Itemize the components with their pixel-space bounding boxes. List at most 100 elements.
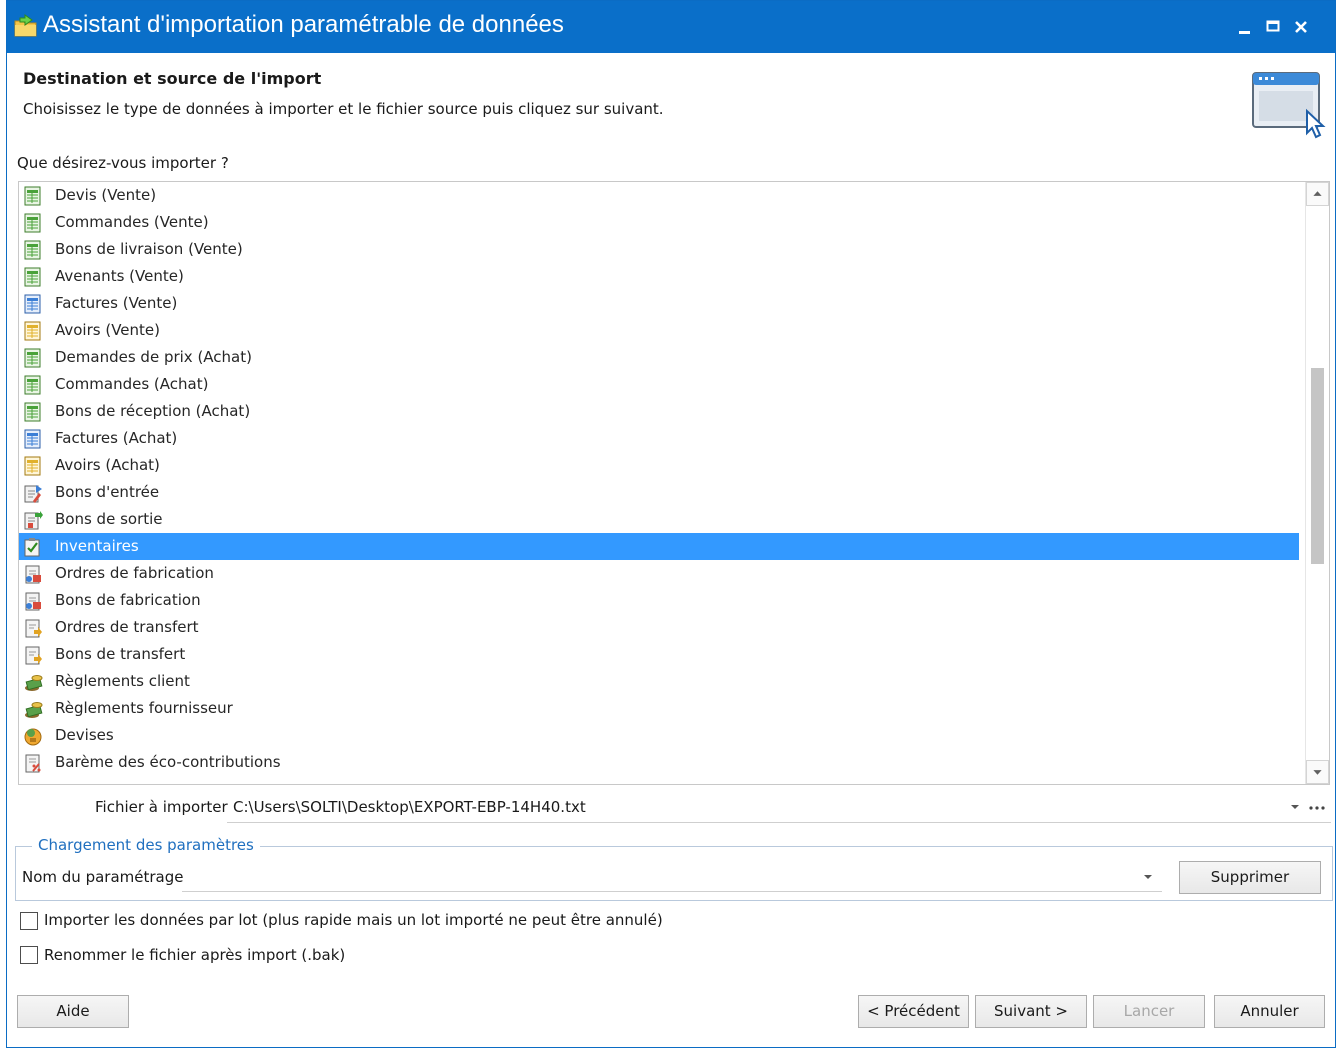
list-item[interactable]: Devises: [19, 722, 1299, 749]
list-item-label: Barème des éco-contributions: [55, 753, 281, 771]
list-item[interactable]: Avoirs (Achat): [19, 452, 1299, 479]
parameters-group-legend: Chargement des paramètres: [32, 836, 260, 854]
browse-ellipsis-icon[interactable]: [1307, 800, 1327, 814]
list-item-label: Ordres de transfert: [55, 618, 199, 636]
blue-grid-icon: [24, 294, 41, 314]
list-item-label: Avoirs (Vente): [55, 321, 160, 339]
manufacturing-icon: [25, 592, 41, 611]
list-item-label: Règlements client: [55, 672, 190, 690]
list-item-label: Commandes (Vente): [55, 213, 209, 231]
minimize-icon: [1239, 31, 1250, 34]
delete-parameter-button[interactable]: Supprimer: [1179, 861, 1321, 894]
list-item[interactable]: Bons d'entrée: [19, 479, 1299, 506]
green-grid-icon: [24, 267, 41, 287]
previous-button[interactable]: < Précédent: [858, 995, 969, 1028]
list-item-label: Bons de réception (Achat): [55, 402, 251, 420]
batch-import-label[interactable]: Importer les données par lot (plus rapid…: [44, 911, 663, 929]
wizard-window-cursor-icon: [1252, 72, 1326, 139]
minimize-button[interactable]: [1231, 13, 1259, 41]
list-item[interactable]: Commandes (Vente): [19, 209, 1299, 236]
chevron-down-icon[interactable]: [1289, 802, 1301, 812]
green-grid-icon: [24, 375, 41, 395]
list-item[interactable]: Barème des éco-contributions: [19, 749, 1299, 776]
manufacturing-icon: [25, 565, 41, 584]
transfer-icon: [25, 646, 42, 665]
cancel-button[interactable]: Annuler: [1214, 995, 1325, 1028]
list-item-label: Bons d'entrée: [55, 483, 160, 501]
close-icon: [1295, 21, 1307, 33]
list-item[interactable]: Factures (Achat): [19, 425, 1299, 452]
file-path-value[interactable]: C:\Users\SOLTI\Desktop\EXPORT-EBP-14H40.…: [233, 798, 586, 816]
list-item-label: Devises: [55, 726, 114, 744]
list-item[interactable]: Bons de réception (Achat): [19, 398, 1299, 425]
list-item-label: Bons de sortie: [55, 510, 163, 528]
maximize-button[interactable]: [1259, 13, 1287, 41]
list-item-label: Demandes de prix (Achat): [55, 348, 252, 366]
eco-contribution-icon: [25, 754, 41, 773]
import-type-items: Devis (Vente) Commandes (Vente) Bons de li…: [19, 182, 1299, 776]
title-bar[interactable]: Assistant d'importation paramétrable de …: [7, 1, 1335, 53]
scroll-thumb[interactable]: [1311, 368, 1324, 564]
list-item[interactable]: Bons de livraison (Vente): [19, 236, 1299, 263]
list-scrollbar[interactable]: [1305, 182, 1329, 784]
list-item[interactable]: Bons de fabrication: [19, 587, 1299, 614]
list-item-label: Factures (Achat): [55, 429, 178, 447]
folder-import-icon: [14, 14, 37, 37]
scroll-down-button[interactable]: [1306, 760, 1329, 784]
list-item[interactable]: Ordres de transfert: [19, 614, 1299, 641]
list-item[interactable]: Avoirs (Vente): [19, 317, 1299, 344]
list-item-label: Bons de transfert: [55, 645, 186, 663]
rename-file-checkbox[interactable]: [20, 946, 38, 964]
list-item-label: Règlements fournisseur: [55, 699, 233, 717]
close-button[interactable]: [1287, 13, 1315, 41]
chevron-down-icon[interactable]: [1142, 872, 1154, 882]
help-button[interactable]: Aide: [17, 995, 129, 1028]
import-type-label: Que désirez-vous importer ?: [17, 154, 229, 172]
list-item-label: Bons de fabrication: [55, 591, 201, 609]
stock-out-icon: [24, 511, 43, 530]
maximize-icon: [1266, 20, 1280, 32]
yellow-grid-icon: [24, 321, 41, 341]
parameter-name-label: Nom du paramétrage: [22, 868, 184, 886]
list-item[interactable]: Bons de sortie: [19, 506, 1299, 533]
list-item-label: Factures (Vente): [55, 294, 178, 312]
next-button[interactable]: Suivant >: [975, 995, 1087, 1028]
list-item-label: Avenants (Vente): [55, 267, 184, 285]
green-grid-icon: [24, 348, 41, 368]
batch-import-checkbox[interactable]: [20, 912, 38, 930]
scroll-up-icon: [1313, 191, 1322, 196]
inventory-check-icon: [24, 538, 40, 557]
list-item-label: Inventaires: [55, 537, 139, 555]
scroll-down-icon: [1313, 770, 1322, 775]
list-item-label: Ordres de fabrication: [55, 564, 214, 582]
green-grid-icon: [24, 213, 41, 233]
list-item[interactable]: Demandes de prix (Achat): [19, 344, 1299, 371]
parameter-name-combo[interactable]: [182, 862, 1162, 892]
list-item[interactable]: Ordres de fabrication: [19, 560, 1299, 587]
file-path-combo[interactable]: C:\Users\SOLTI\Desktop\EXPORT-EBP-14H40.…: [227, 792, 1331, 823]
list-item[interactable]: Factures (Vente): [19, 290, 1299, 317]
window-title: Assistant d'importation paramétrable de …: [43, 11, 564, 38]
green-grid-icon: [24, 402, 41, 422]
launch-button[interactable]: Lancer: [1093, 995, 1205, 1028]
import-type-list[interactable]: Devis (Vente) Commandes (Vente) Bons de li…: [18, 181, 1330, 785]
list-item[interactable]: Avenants (Vente): [19, 263, 1299, 290]
blue-grid-icon: [24, 429, 41, 449]
stock-in-icon: [24, 485, 42, 503]
green-grid-icon: [24, 240, 41, 260]
currency-icon: [24, 728, 42, 746]
green-grid-icon: [24, 186, 41, 206]
scroll-up-button[interactable]: [1306, 182, 1329, 206]
list-item[interactable]: Inventaires: [19, 533, 1299, 560]
step-description: Choisissez le type de données à importer…: [23, 100, 664, 118]
list-item-label: Commandes (Achat): [55, 375, 209, 393]
list-item[interactable]: Commandes (Achat): [19, 371, 1299, 398]
yellow-grid-icon: [24, 456, 41, 476]
list-item[interactable]: Règlements fournisseur: [19, 695, 1299, 722]
list-item-label: Devis (Vente): [55, 186, 157, 204]
transfer-icon: [25, 619, 42, 638]
list-item[interactable]: Bons de transfert: [19, 641, 1299, 668]
list-item[interactable]: Règlements client: [19, 668, 1299, 695]
rename-file-label[interactable]: Renommer le fichier après import (.bak): [44, 946, 345, 964]
list-item[interactable]: Devis (Vente): [19, 182, 1299, 209]
